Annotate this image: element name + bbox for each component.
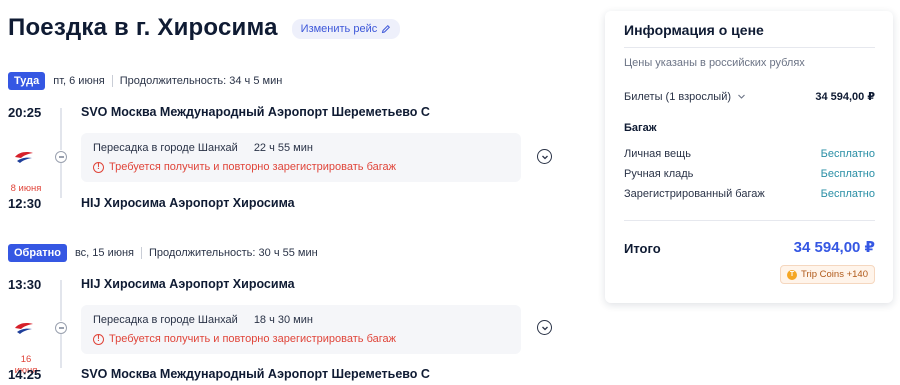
trip-coins-text: Trip Coins +140	[801, 269, 868, 280]
divider	[624, 220, 875, 221]
transfer-city: Пересадка в городе Шанхай	[93, 314, 238, 326]
tickets-value: 34 594,00 ₽	[815, 91, 875, 103]
departure-airport: SVO Москва Международный Аэропорт Шереме…	[81, 105, 430, 119]
transfer-info: Пересадка в городе Шанхай 18 ч 30 мин ! …	[81, 305, 521, 354]
arrival-time: 14:25	[8, 367, 42, 382]
baggage-value: Бесплатно	[820, 148, 875, 160]
baggage-value: Бесплатно	[820, 168, 875, 180]
route-line	[60, 108, 62, 150]
baggage-row: Ручная кладь Бесплатно	[624, 168, 875, 180]
baggage-value: Бесплатно	[820, 188, 875, 200]
segment-header-return: Обратно вс, 15 июня Продолжительность: 3…	[8, 244, 318, 262]
expand-segment-button[interactable]	[537, 320, 552, 335]
route-line	[60, 163, 62, 198]
baggage-warning: ! Требуется получить и повторно зарегист…	[93, 161, 509, 173]
currency-note: Цены указаны в российских рублях	[624, 57, 805, 69]
change-flight-button[interactable]: Изменить рейс	[291, 19, 401, 39]
divider	[141, 247, 143, 259]
pencil-icon	[382, 24, 391, 34]
segment-date: пт, 6 июня	[53, 75, 105, 87]
trip-coins-badge: T Trip Coins +140	[780, 265, 875, 284]
baggage-label: Ручная кладь	[624, 168, 694, 180]
baggage-title: Багаж	[624, 122, 657, 134]
transfer-duration: 22 ч 55 мин	[253, 142, 313, 154]
divider	[111, 75, 113, 87]
baggage-row: Зарегистрированный багаж Бесплатно	[624, 188, 875, 200]
warning-icon: !	[93, 161, 104, 173]
warning-text: Требуется получить и повторно зарегистри…	[109, 333, 396, 345]
transfer-duration: 18 ч 30 мин	[253, 314, 313, 326]
baggage-row: Личная вещь Бесплатно	[624, 148, 875, 160]
arrival-date: 8 июня	[10, 183, 42, 194]
direction-badge: Обратно	[8, 244, 67, 262]
warning-icon: !	[93, 333, 104, 345]
total-label: Итого	[624, 241, 661, 256]
divider	[624, 47, 875, 48]
segment-duration: Продолжительность: 30 ч 55 мин	[149, 247, 318, 259]
chevron-down-icon	[541, 326, 548, 330]
change-flight-label: Изменить рейс	[300, 23, 378, 35]
price-card-title: Информация о цене	[624, 22, 764, 38]
transfer-city: Пересадка в городе Шанхай	[93, 142, 238, 154]
price-info-card: Информация о цене Цены указаны в российс…	[605, 11, 893, 303]
chevron-down-icon	[738, 94, 745, 99]
tickets-label: Билеты (1 взрослый)	[624, 90, 732, 103]
arrival-time: 12:30	[8, 196, 42, 211]
tickets-row: Билеты (1 взрослый) 34 594,00 ₽	[624, 90, 875, 104]
page-title: Поездка в г. Хиросима	[8, 14, 278, 41]
segment-header-outbound: Туда пт, 6 июня Продолжительность: 34 ч …	[8, 72, 282, 90]
baggage-label: Личная вещь	[624, 148, 691, 160]
expand-segment-button[interactable]	[537, 149, 552, 164]
stop-dot-icon	[55, 322, 67, 334]
arrival-airport: SVO Москва Международный Аэропорт Шереме…	[81, 367, 430, 381]
china-eastern-logo	[15, 323, 33, 334]
segment-duration: Продолжительность: 34 ч 5 мин	[119, 75, 283, 87]
china-eastern-logo	[15, 152, 33, 163]
warning-text: Требуется получить и повторно зарегистри…	[109, 161, 396, 173]
stop-dot-icon	[55, 151, 67, 163]
coin-icon: T	[787, 269, 798, 280]
departure-airport: HIJ Хиросима Аэропорт Хиросима	[81, 277, 295, 291]
baggage-label: Зарегистрированный багаж	[624, 188, 765, 200]
arrival-airport: HIJ Хиросима Аэропорт Хиросима	[81, 196, 295, 210]
direction-badge: Туда	[8, 72, 46, 90]
baggage-warning: ! Требуется получить и повторно зарегист…	[93, 333, 509, 345]
departure-time: 13:30	[8, 277, 42, 292]
departure-time: 20:25	[8, 105, 42, 120]
route-line	[60, 334, 62, 368]
chevron-down-icon	[541, 155, 548, 159]
transfer-info: Пересадка в городе Шанхай 22 ч 55 мин ! …	[81, 133, 521, 182]
title-row: Поездка в г. Хиросима Изменить рейс	[8, 14, 401, 42]
total-value: 34 594,00 ₽	[793, 239, 875, 256]
segment-date: вс, 15 июня	[74, 247, 135, 259]
route-line	[60, 280, 62, 321]
tickets-toggle[interactable]: Билеты (1 взрослый)	[624, 90, 746, 103]
